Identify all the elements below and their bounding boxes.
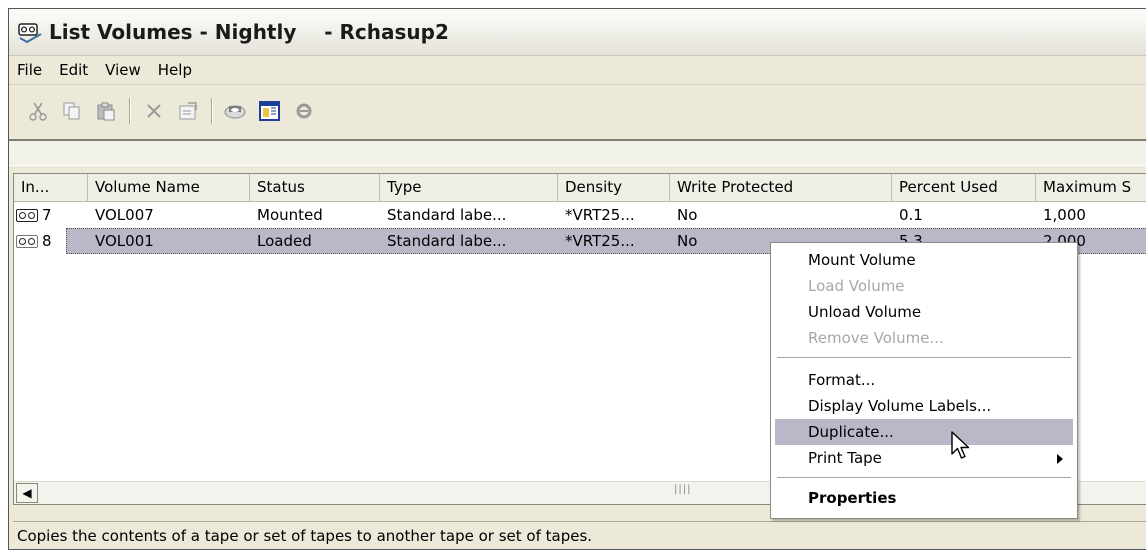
cell-status: Loaded [257,232,312,250]
column-header-maximum[interactable]: Maximum S [1036,174,1146,201]
stop-button[interactable] [289,96,319,126]
table-row[interactable]: 7 VOL007 Mounted Standard labe... *VRT25… [14,202,1146,228]
delete-button[interactable] [139,96,169,126]
columns-button[interactable] [255,96,285,126]
cell-percent-used: 0.1 [899,206,923,224]
column-header-volume-name[interactable]: Volume Name [88,174,250,201]
cut-button[interactable] [23,96,53,126]
cell-status: Mounted [257,206,323,224]
column-header-write-protected[interactable]: Write Protected [670,174,892,201]
paste-icon [97,102,115,121]
cell-volume-name: VOL001 [95,232,154,250]
address-bar [9,139,1146,166]
properties-icon [179,102,197,120]
tape-cartridge-icon [16,235,38,248]
scroll-thumb-grip[interactable]: |||| [674,484,691,495]
tape-library-icon [18,23,42,43]
toolbar [9,85,1146,137]
menu-item-format[interactable]: Format... [775,367,1073,393]
tape-button[interactable] [221,96,251,126]
cell-write-protected: No [677,206,698,224]
menu-item-load-volume: Load Volume [808,277,905,295]
paste-button[interactable] [91,96,121,126]
title-bar[interactable]: List Volumes - Nightly - Rchasup2 [9,9,1146,56]
scroll-left-button[interactable]: ◀ [16,483,38,503]
properties-button[interactable] [173,96,203,126]
cell-type: Standard labe... [387,232,507,250]
cell-index: 7 [42,206,52,224]
menu-file[interactable]: File [9,61,51,79]
column-header-type[interactable]: Type [380,174,558,201]
cell-maximum: 1,000 [1043,206,1086,224]
column-header-row: In... Volume Name Status Type Density Wr… [14,174,1146,202]
menu-view[interactable]: View [97,61,150,79]
menu-separator [777,477,1071,478]
cell-density: *VRT25... [565,232,635,250]
toolbar-separator [211,98,213,124]
status-bar: Copies the contents of a tape or set of … [13,521,1146,549]
stop-icon [296,103,312,119]
menu-item-unload-volume[interactable]: Unload Volume [775,299,1073,325]
menu-separator [777,357,1071,358]
menu-bar: File Edit View Help [9,56,1146,85]
cell-index: 8 [42,232,52,250]
cell-volume-name: VOL007 [95,206,154,224]
menu-item-print-tape[interactable]: Print Tape [775,445,1073,471]
chevron-left-icon: ◀ [22,486,32,500]
menu-item-duplicate[interactable]: Duplicate... [775,419,1073,445]
mouse-pointer-icon [951,431,970,459]
columns-icon [259,101,280,121]
cell-density: *VRT25... [565,206,635,224]
menu-item-mount-volume[interactable]: Mount Volume [775,247,1073,273]
column-header-index[interactable]: In... [14,174,88,201]
submenu-arrow-icon [1057,454,1063,464]
copy-icon [63,102,80,120]
column-header-density[interactable]: Density [558,174,670,201]
tape-icon [224,105,246,119]
toolbar-separator [129,98,131,124]
tape-cartridge-icon [16,209,38,222]
menu-item-print-tape-label: Print Tape [808,449,882,467]
column-header-percent-used[interactable]: Percent Used [892,174,1036,201]
copy-button[interactable] [57,96,87,126]
menu-help[interactable]: Help [150,61,201,79]
menu-item-remove-volume: Remove Volume... [808,329,944,347]
delete-icon [147,104,161,118]
context-menu: Mount Volume Load Volume Unload Volume R… [770,242,1078,519]
menu-item-properties[interactable]: Properties [775,485,1073,511]
menu-edit[interactable]: Edit [51,61,97,79]
cut-icon [29,102,47,121]
menu-item-display-volume-labels[interactable]: Display Volume Labels... [775,393,1073,419]
column-header-status[interactable]: Status [250,174,380,201]
window-title: List Volumes - Nightly - Rchasup2 [49,20,449,44]
cell-type: Standard labe... [387,206,507,224]
